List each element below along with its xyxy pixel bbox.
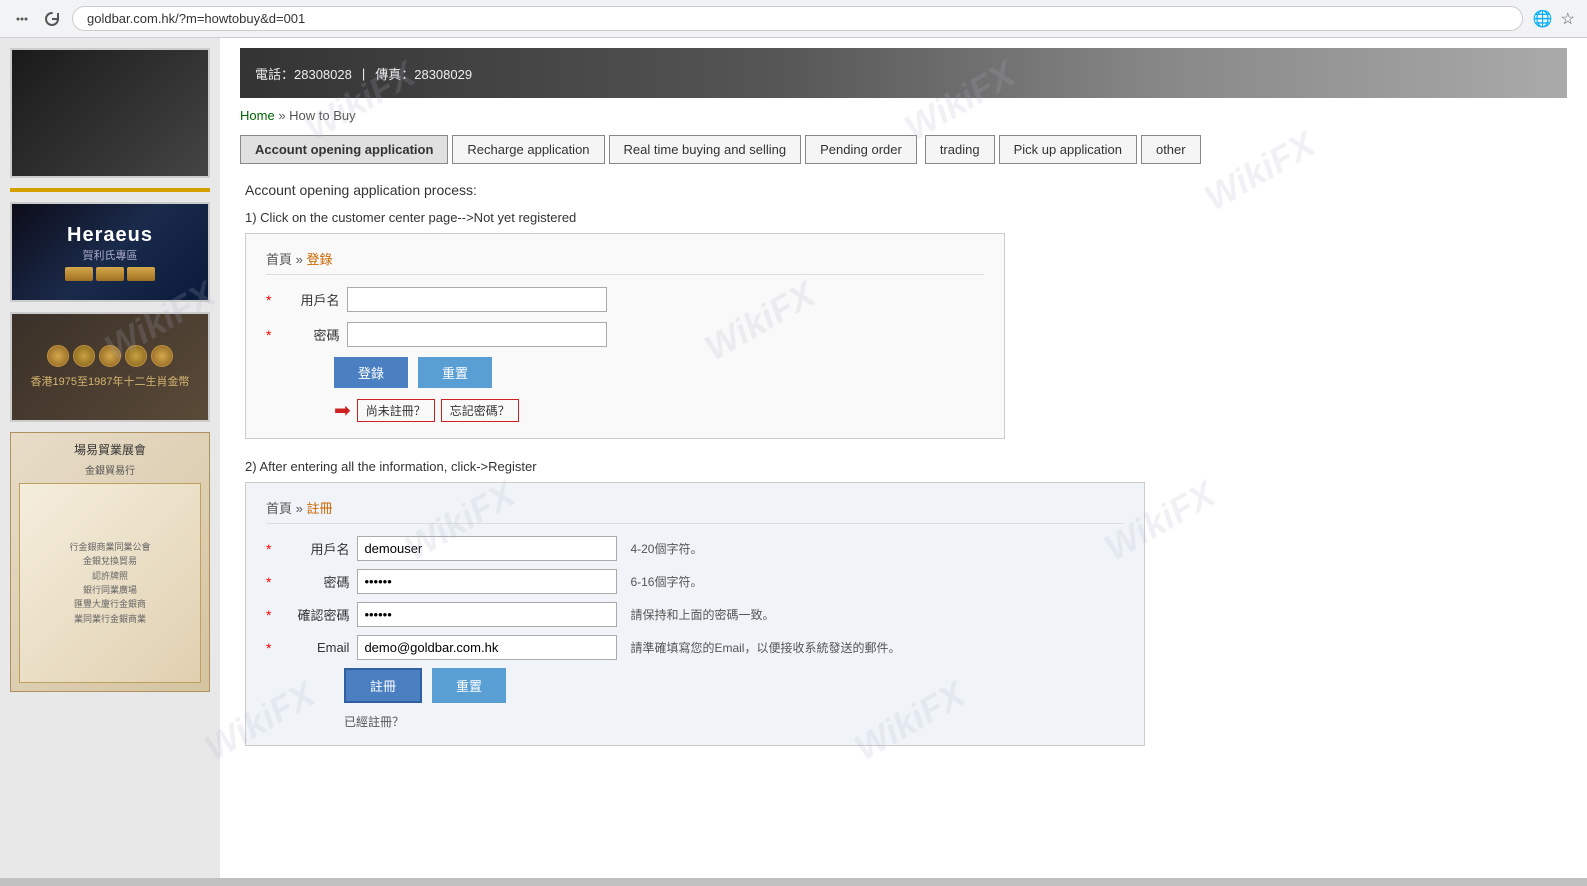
breadcrumb: Home » How to Buy [240,108,1567,123]
sidebar: 最新公告 Heraeus 賀利氏專區 [0,38,220,878]
tab-real-time[interactable]: Real time buying and selling [609,135,802,164]
reg-username-label: 用戶名 [279,539,349,558]
reg-password-required: * [266,574,271,590]
coins-text: 香港1975至1987年十二生肖金幣 [27,373,194,389]
password-row: * 密碼 [266,322,984,347]
document-title: 場易貿業展會 [74,441,146,458]
step2-label: 2) After entering all the information, c… [245,459,1562,474]
login-form-header: 首頁 » 登錄 [266,249,984,275]
username-row: * 用戶名 [266,287,984,312]
reg-confirm-input[interactable] [357,602,617,627]
tab-pickup[interactable]: Pick up application [999,135,1137,164]
reg-username-required: * [266,541,271,557]
browser-actions: 🌐 ☆ [1533,9,1575,29]
arrow-icon: ➡ [334,398,351,423]
reg-email-required: * [266,640,271,656]
url-bar[interactable]: goldbar.com.hk/?m=howtobuy&d=001 [72,6,1523,31]
breadcrumb-separator: » [278,108,289,123]
yellow-divider [10,188,210,192]
browser-chrome: goldbar.com.hk/?m=howtobuy&d=001 🌐 ☆ [0,0,1587,38]
login-reset-button[interactable]: 重置 [418,357,492,388]
menu-icon[interactable] [12,9,32,29]
page-wrapper: 最新公告 Heraeus 賀利氏專區 [0,38,1587,878]
phone-text: 電話：28308028 [255,64,352,83]
reg-password-row: * 密碼 6-16個字符。 [266,569,1124,594]
reg-email-row: * Email 請準確填寫您的Email，以便接收系統發送的郵件。 [266,635,1124,660]
process-title: Account opening application process: [245,182,1562,198]
fax-text: 傳真：28308029 [375,64,472,83]
sidebar-coins-banner[interactable]: 香港1975至1987年十二生肖金幣 [10,312,210,422]
reg-reset-button[interactable]: 重置 [432,668,506,703]
already-registered-text: 已經註冊？ [344,715,404,729]
reg-password-hint: 6-16個字符。 [630,573,702,590]
reg-confirm-hint: 請保持和上面的密碼一致。 [630,606,774,623]
reg-footer: 已經註冊？ [344,713,1124,730]
sidebar-announcement-banner[interactable]: 最新公告 [10,48,210,178]
login-button[interactable]: 登錄 [334,357,408,388]
breadcrumb-current: How to Buy [289,108,355,123]
tab-account-opening[interactable]: Account opening application [240,135,448,164]
reg-username-hint: 4-20個字符。 [630,540,702,557]
reg-password-label: 密碼 [279,572,349,591]
breadcrumb-home[interactable]: Home [240,108,275,123]
heraeus-content: Heraeus 賀利氏專區 [65,224,155,281]
reg-username-row: * 用戶名 4-20個字符。 [266,536,1124,561]
content-area: Account opening application process: 1) … [240,182,1567,746]
tab-pending-order[interactable]: Pending order [805,135,917,164]
top-banner: 電話：28308028 | 傳真：28308029 [240,48,1567,98]
login-links: ➡ 尚未註冊？ 忘記密碼？ [334,398,984,423]
reg-username-input[interactable] [357,536,617,561]
reg-email-input[interactable] [357,635,617,660]
translate-icon[interactable]: 🌐 [1533,9,1553,29]
tab-trading[interactable]: trading [925,135,995,164]
tab-recharge[interactable]: Recharge application [452,135,604,164]
tab-other[interactable]: other [1141,135,1201,164]
reg-buttons: 註冊 重置 [344,668,1124,703]
username-required: * [266,292,271,308]
password-input[interactable] [347,322,607,347]
username-label: 用戶名 [279,290,339,309]
reg-form-header: 首頁 » 註冊 [266,498,1124,524]
heraeus-brand: Heraeus [65,224,155,247]
sidebar-heraeus-banner[interactable]: Heraeus 賀利氏專區 [10,202,210,302]
document-subtitle: 金銀貿易行 [85,462,135,477]
username-input[interactable] [347,287,607,312]
nav-tabs: Account opening application Recharge app… [240,135,1567,164]
reg-email-label: Email [279,640,349,655]
heraeus-sub: 賀利氏專區 [65,247,155,263]
refresh-button[interactable] [42,9,62,29]
reg-confirm-label: 確認密碼 [279,605,349,624]
reg-password-input[interactable] [357,569,617,594]
login-breadcrumb: 首頁 » 登錄 [266,252,333,267]
reg-form-box: 首頁 » 註冊 * 用戶名 4-20個字符。 * 密碼 6-16個字符。 [245,482,1145,746]
main-content: 電話：28308028 | 傳真：28308029 Home » How to … [220,38,1587,878]
separator: | [362,66,365,81]
reg-confirm-row: * 確認密碼 請保持和上面的密碼一致。 [266,602,1124,627]
register-button[interactable]: 註冊 [344,668,422,703]
password-required: * [266,327,271,343]
password-label: 密碼 [279,325,339,344]
login-buttons: 登錄 重置 [334,357,984,388]
not-registered-link[interactable]: 尚未註冊？ [357,399,435,422]
bookmark-icon[interactable]: ☆ [1561,9,1575,29]
reg-email-hint: 請準確填寫您的Email，以便接收系統發送的郵件。 [630,639,900,656]
step1-label: 1) Click on the customer center page-->N… [245,210,1562,225]
sidebar-document-banner[interactable]: 場易貿業展會 金銀貿易行 行金銀商業同業公會金銀兌換貿易認許牌照銀行同業廣場匯豐… [10,432,210,692]
reg-confirm-required: * [266,607,271,623]
forgot-password-link[interactable]: 忘記密碼？ [441,399,519,422]
login-form-box: 首頁 » 登錄 * 用戶名 * 密碼 登錄 重置 [245,233,1005,439]
